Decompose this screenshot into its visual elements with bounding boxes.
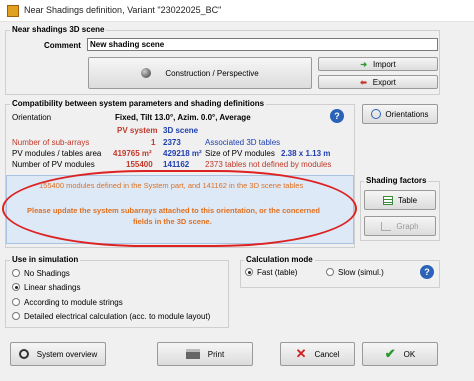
print-label: Print: [207, 349, 225, 359]
table-button[interactable]: Table: [364, 190, 436, 210]
ok-check-icon: ✔: [384, 346, 396, 361]
scene-group-label: Near shadings 3D scene: [10, 25, 107, 34]
radio-slow-simul[interactable]: [326, 268, 334, 276]
row-area-label: PV modules / tables area: [12, 149, 102, 158]
warning-line-1: 155400 modules defined in the System par…: [39, 181, 304, 190]
orientation-help-icon[interactable]: ?: [330, 109, 344, 123]
graph-label: Graph: [396, 221, 419, 231]
orientations-label: Orientations: [385, 109, 429, 119]
warning-line-2: Please update the system subarrays attac…: [27, 206, 320, 215]
row-modules-label: Number of PV modules: [12, 160, 95, 169]
cancel-x-icon: ✕: [295, 346, 307, 361]
orientation-label: Orientation: [12, 113, 52, 122]
title-bar: Near Shadings definition, Variant "23022…: [0, 0, 474, 22]
row-subarrays-label: Number of sub-arrays: [12, 138, 90, 147]
export-button[interactable]: ⬅ Export: [318, 75, 438, 89]
col-pv-system: PV system: [117, 126, 158, 135]
cancel-button[interactable]: ✕ Cancel: [280, 342, 355, 366]
compat-group-label: Compatibility between system parameters …: [10, 99, 267, 108]
row-subarrays-3d: 2373: [163, 138, 181, 147]
row-subarrays-pv: 1: [151, 138, 156, 147]
row-area-note: Size of PV modules: [205, 149, 275, 158]
warning-line-3: fields in the 3D scene.: [133, 217, 212, 226]
orientation-value: Fixed, Tilt 13.0°, Azim. 0.0°, Average: [115, 113, 251, 122]
magnifier-icon: [18, 349, 29, 359]
table-icon: [382, 195, 393, 205]
app-icon: [7, 5, 19, 17]
ok-button[interactable]: ✔ OK: [362, 342, 438, 366]
system-overview-label: System overview: [36, 349, 98, 359]
cancel-label: Cancel: [314, 349, 340, 359]
export-label: Export: [372, 77, 396, 87]
export-arrow-icon: ⬅: [360, 77, 367, 87]
option-no-shadings: No Shadings: [24, 269, 70, 278]
radio-detailed-electrical[interactable]: [12, 312, 20, 320]
graph-button[interactable]: Graph: [364, 216, 436, 236]
calc-mode-label: Calculation mode: [244, 255, 315, 264]
printer-icon: [185, 349, 200, 359]
calc-help-icon[interactable]: ?: [420, 265, 434, 279]
radio-module-strings[interactable]: [12, 298, 20, 306]
system-overview-button[interactable]: System overview: [10, 342, 106, 366]
comment-input[interactable]: New shading scene: [87, 38, 438, 51]
import-button[interactable]: ➜ Import: [318, 57, 438, 71]
option-detailed-electrical: Detailed electrical calculation (acc. to…: [24, 312, 211, 321]
radio-no-shadings[interactable]: [12, 269, 20, 277]
print-button[interactable]: Print: [157, 342, 253, 366]
ok-label: OK: [403, 349, 416, 359]
table-label: Table: [397, 195, 418, 205]
orientations-button[interactable]: Orientations: [362, 104, 438, 124]
option-slow-simul: Slow (simul.): [338, 268, 384, 277]
row-modules-note: 2373 tables not defined by modules: [205, 160, 332, 169]
col-3d-scene: 3D scene: [163, 126, 199, 135]
window-title: Near Shadings definition, Variant "23022…: [24, 5, 222, 15]
radio-fast-table[interactable]: [245, 268, 253, 276]
comment-label: Comment: [44, 41, 81, 50]
option-linear-shadings: Linear shadings: [24, 283, 81, 292]
radio-linear-shadings[interactable]: [12, 283, 20, 291]
graph-icon: [381, 221, 392, 231]
construction-label: Construction / Perspective: [165, 68, 259, 78]
shading-factors-label: Shading factors: [364, 176, 429, 185]
row-area-3d: 429218 m²: [163, 149, 202, 158]
orientations-icon: [371, 109, 382, 119]
row-subarrays-note: Associated 3D tables: [205, 138, 281, 147]
use-in-simulation-label: Use in simulation: [10, 255, 81, 264]
sphere-icon: [141, 68, 152, 78]
option-fast-table: Fast (table): [257, 268, 298, 277]
row-modules-3d: 141162: [163, 160, 190, 169]
row-modules-pv: 155400: [126, 160, 153, 169]
row-area-pv: 419765 m²: [113, 149, 152, 158]
construction-perspective-button[interactable]: Construction / Perspective: [88, 57, 312, 89]
import-label: Import: [373, 59, 396, 69]
module-size-value: 2.38 x 1.13 m: [281, 149, 331, 158]
option-module-strings: According to module strings: [24, 298, 123, 307]
import-arrow-icon: ➜: [360, 59, 368, 69]
